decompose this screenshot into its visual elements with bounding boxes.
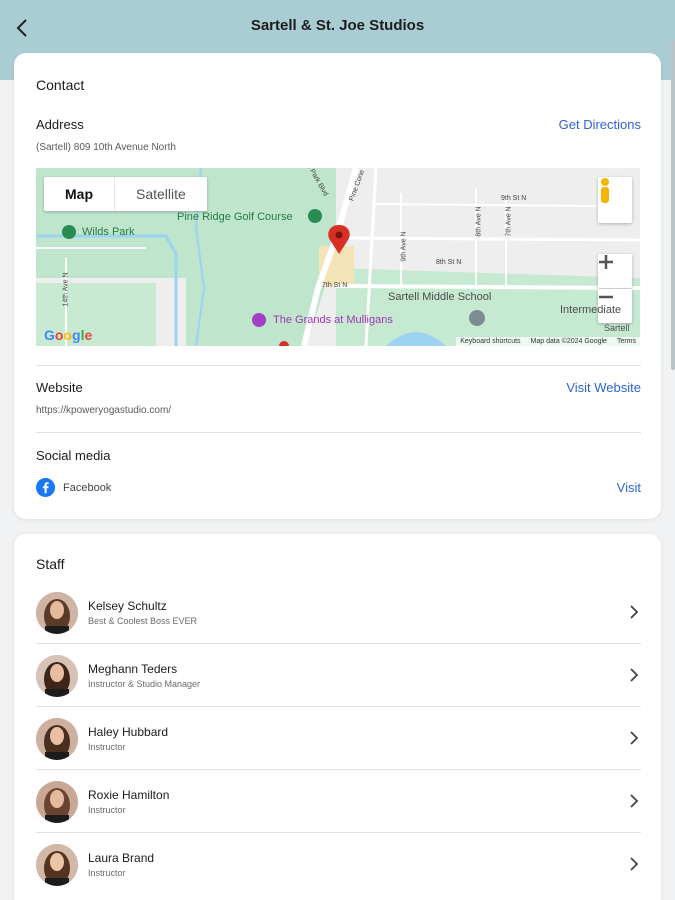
avatar — [36, 655, 78, 697]
map-data-credit: Map data ©2024 Google — [530, 338, 607, 345]
page-title: Sartell & St. Joe Studios — [250, 17, 425, 34]
keyboard-shortcuts-link[interactable]: Keyboard shortcuts — [460, 338, 520, 345]
chevron-right-icon — [630, 605, 639, 619]
divider — [36, 706, 641, 707]
scrollbar[interactable] — [671, 40, 675, 370]
avatar — [36, 781, 78, 823]
staff-row-haley[interactable]: Haley Hubbard Instructor — [36, 708, 641, 770]
chevron-right-icon — [630, 857, 639, 871]
minus-icon — [599, 295, 613, 299]
address-value: (Sartell) 809 10th Avenue North — [36, 142, 176, 153]
facebook-label: Facebook — [63, 481, 112, 494]
pegman-icon — [601, 178, 609, 203]
avatar — [36, 718, 78, 760]
staff-role: Best & Coolest Boss EVER — [88, 616, 198, 626]
map-label-8th-st: 8th St N — [436, 259, 462, 266]
get-directions-link[interactable]: Get Directions — [559, 117, 641, 132]
staff-name: Meghann Teders — [88, 662, 178, 676]
map-label-9th-st: 9th St N — [501, 195, 527, 202]
street-view-pegman[interactable] — [598, 177, 632, 223]
map-label-7th-st: 7th St N — [322, 282, 348, 289]
staff-row-meghann[interactable]: Meghann Teders Instructor & Studio Manag… — [36, 645, 641, 707]
map-label-wilds-park: Wilds Park — [82, 226, 135, 238]
visit-website-link[interactable]: Visit Website — [566, 380, 641, 395]
divider — [36, 365, 641, 366]
avatar — [36, 844, 78, 886]
map-type-toggle: Map Satellite — [44, 177, 207, 211]
contact-title: Contact — [36, 77, 85, 93]
staff-name: Roxie Hamilton — [88, 788, 170, 802]
chevron-right-icon — [630, 731, 639, 745]
website-value: https://kpoweryogastudio.com/ — [36, 405, 172, 416]
divider — [36, 432, 641, 433]
divider — [36, 769, 641, 770]
map-label-pine-ridge: Pine Ridge Golf Course — [177, 211, 293, 223]
staff-role: Instructor & Studio Manager — [88, 679, 201, 689]
map-type-satellite[interactable]: Satellite — [115, 177, 207, 211]
google-logo: Google — [44, 327, 93, 343]
map-label-sartell: Sartell — [604, 323, 630, 333]
staff-name: Laura Brand — [88, 851, 155, 865]
staff-row-kelsey[interactable]: Kelsey Schultz Best & Coolest Boss EVER — [36, 582, 641, 644]
map-label-7th-ave: 7th Ave N — [505, 206, 513, 237]
map-label-intermediate: Intermediate — [560, 304, 622, 316]
staff-name: Kelsey Schultz — [88, 599, 167, 613]
address-label: Address — [36, 117, 84, 132]
staff-row-roxie[interactable]: Roxie Hamilton Instructor — [36, 771, 641, 833]
location-map[interactable]: Map Satellite Pine Ridge Golf Course Wil… — [36, 168, 640, 346]
chevron-right-icon — [630, 668, 639, 682]
website-label: Website — [36, 380, 83, 395]
contact-card: Contact Address Get Directions (Sartell)… — [14, 53, 661, 519]
staff-role: Instructor — [88, 742, 126, 752]
chevron-right-icon — [630, 794, 639, 808]
map-label-9th-ave: 9th Ave N — [400, 231, 408, 262]
map-label-grands: The Grands at Mulligans — [273, 314, 393, 326]
facebook-row: Facebook — [36, 478, 111, 497]
facebook-icon — [36, 478, 55, 497]
staff-row-laura[interactable]: Laura Brand Instructor — [36, 834, 641, 896]
visit-facebook-link[interactable]: Visit — [617, 480, 641, 495]
zoom-in-button[interactable] — [598, 254, 632, 288]
map-label-middle-school: Sartell Middle School — [388, 291, 492, 303]
avatar — [36, 592, 78, 634]
map-type-map[interactable]: Map — [44, 177, 115, 211]
plus-icon — [599, 255, 613, 269]
map-attribution: Keyboard shortcuts Map data ©2024 Google… — [456, 337, 640, 346]
staff-name: Haley Hubbard — [88, 725, 169, 739]
divider — [36, 832, 641, 833]
social-media-label: Social media — [36, 448, 111, 463]
staff-role: Instructor — [88, 868, 126, 878]
staff-card: Staff Kelsey Schultz Best & Coolest Boss… — [14, 534, 661, 900]
divider — [36, 643, 641, 644]
map-label-8th-ave: 8th Ave N — [475, 206, 483, 237]
terms-link[interactable]: Terms — [617, 338, 636, 345]
staff-role: Instructor — [88, 805, 126, 815]
map-label-14th-ave: 14th Ave N — [62, 272, 70, 307]
staff-title: Staff — [36, 556, 65, 572]
